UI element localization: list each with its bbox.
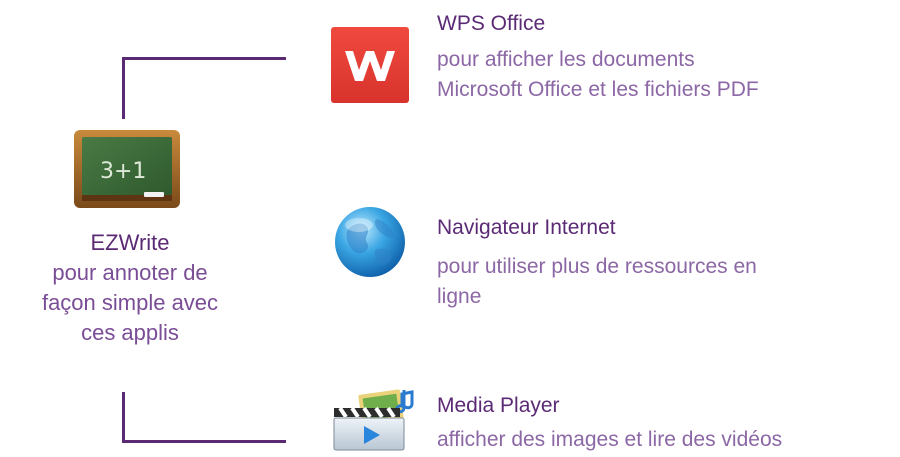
chalkboard-formula: 3+1 <box>100 159 146 184</box>
globe-icon[interactable] <box>333 205 407 279</box>
connector-top-horizontal <box>122 57 286 60</box>
ezwrite-description: pour annoter de façon simple avec ces ap… <box>41 260 219 345</box>
ezwrite-block: EZWrite pour annoter de façon simple ave… <box>10 228 250 348</box>
connector-top-vertical <box>122 57 125 119</box>
internet-browser-description: pour utiliser plus de ressources en lign… <box>437 255 757 308</box>
wps-office-icon[interactable] <box>331 27 409 103</box>
connector-bottom-horizontal <box>122 440 286 443</box>
wps-office-title: WPS Office <box>437 12 546 35</box>
media-player-title: Media Player <box>437 394 560 417</box>
media-player-description: afficher des images et lire des vidéos <box>437 428 783 451</box>
connector-bottom-vertical <box>122 392 125 442</box>
internet-browser-title: Navigateur Internet <box>437 216 616 239</box>
chalkboard-icon: 3+1 <box>72 128 182 210</box>
media-player-icon[interactable] <box>330 388 416 452</box>
ezwrite-title: EZWrite <box>90 230 170 255</box>
wps-office-description: pour afficher les documents Microsoft Of… <box>437 48 759 101</box>
